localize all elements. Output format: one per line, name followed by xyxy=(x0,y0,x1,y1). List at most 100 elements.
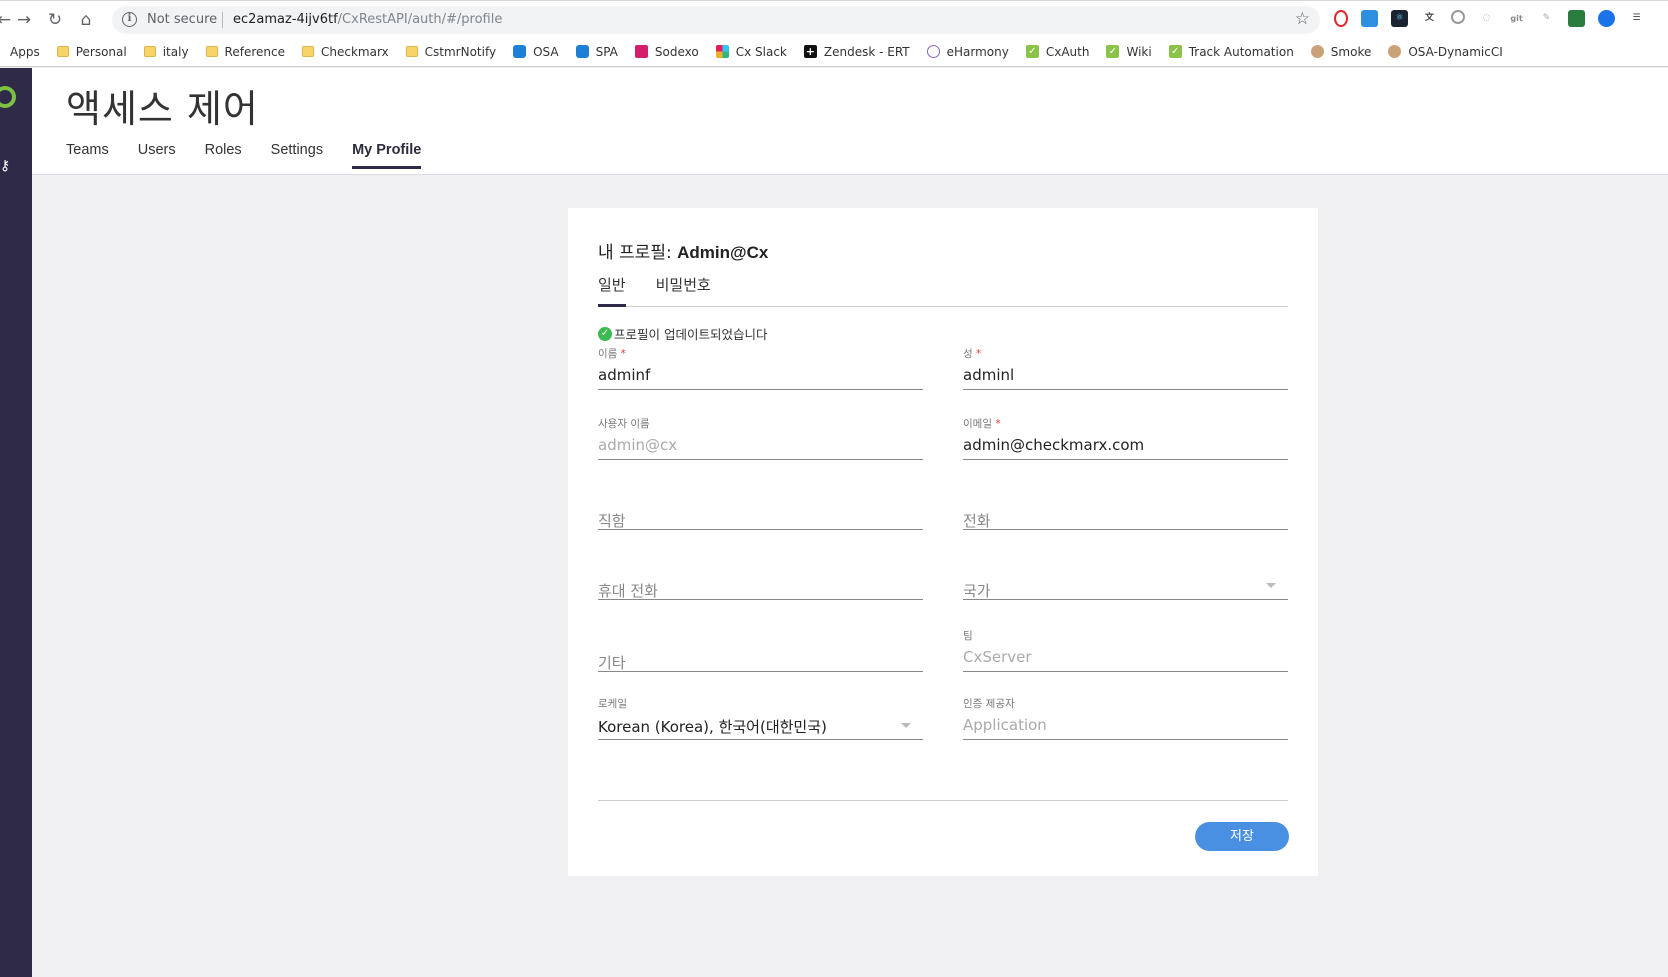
page-title: 액세스 제어 xyxy=(66,87,259,131)
email-value: admin@checkmarx.com xyxy=(963,436,1145,454)
check-icon: ✓ xyxy=(1168,45,1182,58)
sheets-icon[interactable] xyxy=(1568,10,1585,27)
sodexo-icon xyxy=(634,45,648,58)
profile-title-prefix: 내 프로필: xyxy=(598,243,678,263)
country-placeholder: 국가 xyxy=(963,582,991,600)
bookmark-cx-slack[interactable]: Cx Slack xyxy=(715,45,787,59)
gitzip-icon[interactable]: git xyxy=(1508,10,1525,27)
zendesk-icon: + xyxy=(803,45,817,58)
bookmark-spa[interactable]: SPA xyxy=(575,45,618,59)
bookmark-track-automation[interactable]: ✓ Track Automation xyxy=(1168,45,1294,59)
bookmark-cstmrnotify[interactable]: CstmrNotify xyxy=(405,45,496,59)
required-mark: * xyxy=(620,348,626,360)
osa-icon xyxy=(513,45,527,58)
bookmark-checkmarx[interactable]: Checkmarx xyxy=(301,45,389,59)
main-tabs: Teams Users Roles Settings My Profile xyxy=(66,142,450,169)
forward-arrow-icon[interactable]: → xyxy=(14,10,34,30)
auth-provider-field: 인증 제공자 Application xyxy=(963,696,1288,740)
bookmark-italy[interactable]: italy xyxy=(143,45,189,59)
team-label: 팀 xyxy=(963,630,973,642)
person-icon xyxy=(1388,45,1402,58)
blue-extension-icon[interactable] xyxy=(1598,10,1615,27)
bookmark-osa[interactable]: OSA xyxy=(513,45,559,59)
tab-users[interactable]: Users xyxy=(138,142,176,169)
extension-icons: ⚛ 文 ◌ git ✎ ☰ xyxy=(1334,10,1645,27)
bookmark-cxauth[interactable]: ✓ CxAuth xyxy=(1025,45,1089,59)
bookmark-zendesk[interactable]: + Zendesk - ERT xyxy=(803,45,910,59)
url-text[interactable]: ec2amaz-4ijv6tf/CxRestAPI/auth/#/profile xyxy=(233,12,502,27)
folder-icon xyxy=(205,46,218,57)
back-arrow-icon[interactable]: ← xyxy=(0,10,14,30)
folder-icon xyxy=(405,46,418,57)
mobile-field[interactable]: 휴대 전화 xyxy=(598,556,923,600)
browser-toolbar: ← → ↻ ⌂ i Not secure ec2amaz-4ijv6tf/CxR… xyxy=(0,0,1668,37)
menu-icon[interactable]: ☰ xyxy=(1628,10,1645,27)
circle-extension-icon[interactable] xyxy=(1451,10,1465,24)
chevron-down-icon xyxy=(901,723,911,728)
profile-tabs: 일반 비밀번호 xyxy=(598,274,1288,307)
profile-title: 내 프로필: Admin@Cx xyxy=(598,238,768,263)
required-mark: * xyxy=(995,418,1001,430)
folder-icon xyxy=(301,46,314,57)
chevron-down-icon xyxy=(1266,583,1276,588)
pen-icon[interactable]: ✎ xyxy=(1538,10,1555,27)
auth-provider-label: 인증 제공자 xyxy=(963,698,1015,710)
bookmark-reference[interactable]: Reference xyxy=(205,45,285,59)
locale-select[interactable]: 로케일 Korean (Korea), 한국어(대한민국) xyxy=(598,696,923,740)
country-select[interactable]: 국가 xyxy=(963,556,1288,600)
check-icon: ✓ xyxy=(1106,45,1120,58)
left-rail: ⚷ xyxy=(0,68,32,977)
bookmark-wiki[interactable]: ✓ Wiki xyxy=(1106,45,1152,59)
info-icon[interactable]: i xyxy=(122,12,137,27)
job-title-field[interactable]: 직함 xyxy=(598,486,923,530)
address-separator xyxy=(222,12,223,28)
last-name-field[interactable]: 성 * adminl xyxy=(963,346,1288,390)
team-value: CxServer xyxy=(963,648,1032,666)
bookmark-eharmony[interactable]: eHarmony xyxy=(926,45,1009,59)
first-name-field[interactable]: 이름 * adminf xyxy=(598,346,923,390)
bookmark-apps[interactable]: Apps xyxy=(10,45,40,59)
opera-icon[interactable] xyxy=(1334,10,1348,27)
team-field: 팀 CxServer xyxy=(963,628,1288,672)
home-icon[interactable]: ⌂ xyxy=(76,10,96,30)
app-header: 액세스 제어 Teams Users Roles Settings My Pro… xyxy=(32,68,1668,175)
username-value: admin@cx xyxy=(598,436,678,454)
last-name-value: adminl xyxy=(963,366,1015,384)
bookmark-smoke[interactable]: Smoke xyxy=(1310,45,1371,59)
react-devtools-icon[interactable]: ⚛ xyxy=(1391,10,1408,27)
folder-icon xyxy=(143,46,156,57)
job-title-placeholder: 직함 xyxy=(598,512,626,530)
tab-roles[interactable]: Roles xyxy=(205,142,242,169)
tab-teams[interactable]: Teams xyxy=(66,142,109,169)
address-bar[interactable]: i Not secure ec2amaz-4ijv6tf/CxRestAPI/a… xyxy=(112,6,1320,34)
phone-field[interactable]: 전화 xyxy=(963,486,1288,530)
check-icon: ✓ xyxy=(1025,45,1039,58)
checkmarx-logo-icon[interactable] xyxy=(0,86,16,108)
username-field: 사용자 이름 admin@cx xyxy=(598,416,923,460)
osa-icon xyxy=(575,45,589,58)
email-field[interactable]: 이메일 * admin@checkmarx.com xyxy=(963,416,1288,460)
form-divider xyxy=(598,800,1288,801)
save-button[interactable]: 저장 xyxy=(1195,822,1289,851)
username-label: 사용자 이름 xyxy=(598,418,650,430)
bookmark-star-icon[interactable]: ☆ xyxy=(1295,9,1310,29)
status-text: 프로필이 업데이트되었습니다 xyxy=(614,327,768,342)
tab-my-profile[interactable]: My Profile xyxy=(352,142,422,169)
bookmark-osa-dynamicci[interactable]: OSA-DynamicCI xyxy=(1388,45,1503,59)
other-field[interactable]: 기타 xyxy=(598,628,923,672)
translate-icon[interactable]: 文 xyxy=(1421,10,1438,27)
tab-password[interactable]: 비밀번호 xyxy=(656,274,711,307)
access-control-icon[interactable]: ⚷ xyxy=(0,158,10,174)
url-path: /CxRestAPI/auth/#/profile xyxy=(337,12,503,27)
eharmony-icon xyxy=(926,45,940,58)
tab-settings[interactable]: Settings xyxy=(271,142,323,169)
tab-general[interactable]: 일반 xyxy=(598,274,626,307)
bookmark-personal[interactable]: Personal xyxy=(56,45,127,59)
phone-placeholder: 전화 xyxy=(963,512,991,530)
spinner-extension-icon[interactable]: ◌ xyxy=(1478,10,1495,27)
profile-title-user: Admin@Cx xyxy=(677,243,769,262)
locale-label: 로케일 xyxy=(598,698,627,710)
bookmark-sodexo[interactable]: Sodexo xyxy=(634,45,699,59)
reload-icon[interactable]: ↻ xyxy=(45,10,65,30)
extension-icon[interactable] xyxy=(1361,10,1378,27)
